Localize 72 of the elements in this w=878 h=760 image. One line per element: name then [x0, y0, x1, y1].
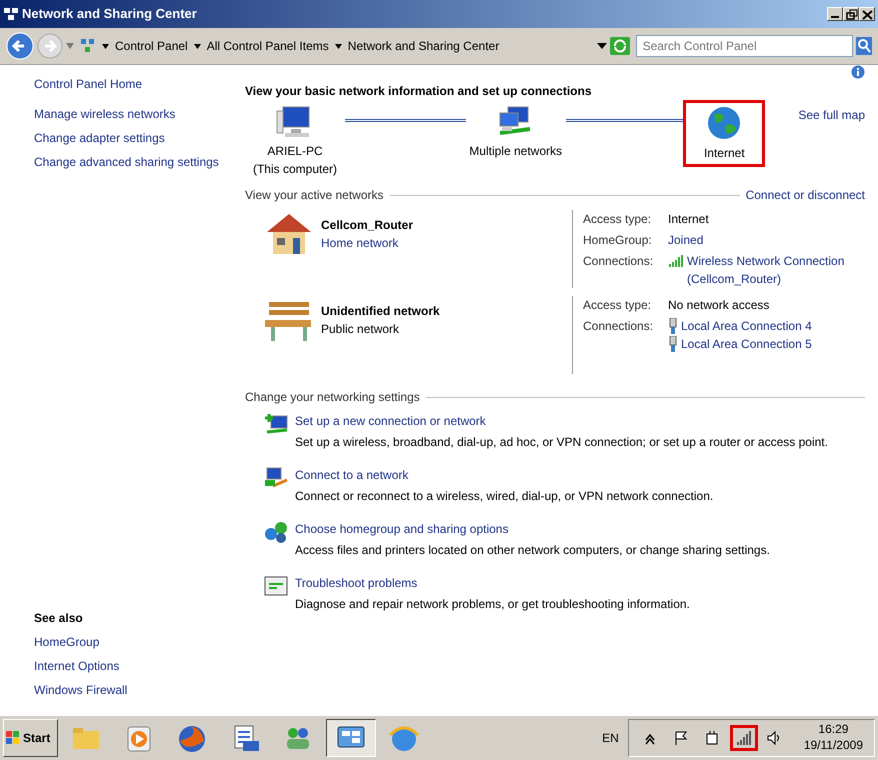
task-description: Set up a wireless, broadband, dial-up, ad hoc, or VPN connection; or set up a router or access point.: [295, 434, 828, 451]
cable-plug-icon: [668, 318, 678, 334]
detail-label: HomeGroup:: [583, 232, 653, 249]
minimize-icon: [831, 16, 839, 18]
signal-bars-icon: [668, 255, 684, 267]
connection-link[interactable]: Local Area Connection 4: [681, 317, 812, 335]
close-button[interactable]: [859, 7, 875, 21]
caret-icon[interactable]: [102, 44, 109, 48]
signal-bars-icon[interactable]: [734, 730, 753, 746]
detail-label: Connections:: [583, 318, 654, 335]
help-icon[interactable]: [851, 65, 865, 79]
page-heading: View your basic network information and set up connections: [245, 83, 593, 100]
sidebar-link[interactable]: Internet Options: [34, 657, 235, 675]
task-description: Diagnose and repair network problems, or get troubleshooting information.: [295, 596, 690, 613]
task-description: Access files and printers located on other network computers, or change sharing settings.: [295, 542, 770, 559]
see-full-map-link[interactable]: See full map: [798, 108, 866, 122]
caret-icon[interactable]: [334, 44, 342, 48]
back-button-icon[interactable]: [6, 32, 34, 60]
network-name: Unidentified network: [321, 303, 440, 320]
search-icon[interactable]: [856, 37, 872, 55]
sidebar-link[interactable]: Change advanced sharing settings: [34, 153, 235, 171]
four-squares-icon: [6, 731, 20, 745]
dropdown-caret-icon[interactable]: [596, 43, 607, 49]
task-description: Connect or reconnect to a wireless, wired, dial-up, or VPN network connection.: [295, 488, 714, 505]
sidebar-link[interactable]: Windows Firewall: [34, 681, 235, 699]
connection-link[interactable]: Local Area Connection 5: [681, 335, 812, 353]
minimize-button[interactable]: [827, 7, 843, 21]
network-name: Cellcom_Router: [321, 217, 414, 234]
clock-time[interactable]: 16:29: [818, 722, 848, 738]
section-heading: View your active networks: [245, 187, 384, 204]
detail-value: Internet: [668, 211, 709, 228]
detail-value: No network access: [668, 297, 770, 314]
detail-label: Access type:: [583, 297, 652, 314]
breadcrumb-item[interactable]: Network and Sharing Center: [348, 37, 500, 55]
network-type: Public network: [321, 321, 400, 338]
clock-date[interactable]: 19/11/2009: [804, 738, 863, 754]
sidebar-link[interactable]: Control Panel Home: [34, 75, 235, 93]
connect-disconnect-link[interactable]: Connect or disconnect: [746, 186, 865, 204]
start-button[interactable]: Start: [3, 719, 58, 757]
close-icon: [860, 8, 874, 20]
node-sublabel: (This computer): [252, 161, 338, 178]
restore-icon: [844, 8, 858, 20]
task-link[interactable]: Choose homegroup and sharing options: [295, 520, 770, 538]
node-label[interactable]: Internet: [704, 144, 745, 162]
node-label[interactable]: Multiple networks: [469, 142, 562, 160]
task-link[interactable]: Troubleshoot problems: [295, 574, 690, 592]
task-link[interactable]: Set up a new connection or network: [295, 412, 828, 430]
taskbar-app-button[interactable]: [326, 719, 376, 757]
restore-button[interactable]: [843, 7, 859, 21]
connection-link[interactable]: (Cellcom_Router): [687, 270, 782, 288]
task-link[interactable]: Connect to a network: [295, 466, 714, 484]
network-connect-icon: [263, 466, 289, 490]
language-indicator[interactable]: EN: [602, 729, 619, 747]
sidebar-link[interactable]: Manage wireless networks: [34, 105, 235, 123]
globe-icon: [706, 105, 742, 141]
detail-label: Connections:: [583, 253, 654, 270]
network-type-link[interactable]: Home network: [321, 234, 414, 252]
breadcrumb-item[interactable]: All Control Panel Items: [206, 37, 329, 55]
see-also-heading: See also: [34, 610, 84, 627]
node-label[interactable]: ARIEL-PC: [267, 142, 323, 160]
sidebar-link[interactable]: HomeGroup: [34, 633, 235, 651]
network-add-icon: [263, 412, 289, 436]
section-heading: Change your networking settings: [245, 389, 420, 406]
search-field[interactable]: Search Control Panel: [636, 35, 853, 57]
connection-link[interactable]: Wireless Network Connection: [687, 252, 844, 270]
sidebar-link[interactable]: Change adapter settings: [34, 129, 235, 147]
cable-plug-icon: [668, 336, 678, 352]
window-title: Network and Sharing Center: [22, 5, 198, 24]
detail-label: Access type:: [583, 211, 652, 228]
breadcrumb-item[interactable]: Control Panel: [115, 37, 188, 55]
caret-icon[interactable]: [194, 44, 201, 48]
connection-link[interactable]: Joined: [668, 231, 704, 249]
